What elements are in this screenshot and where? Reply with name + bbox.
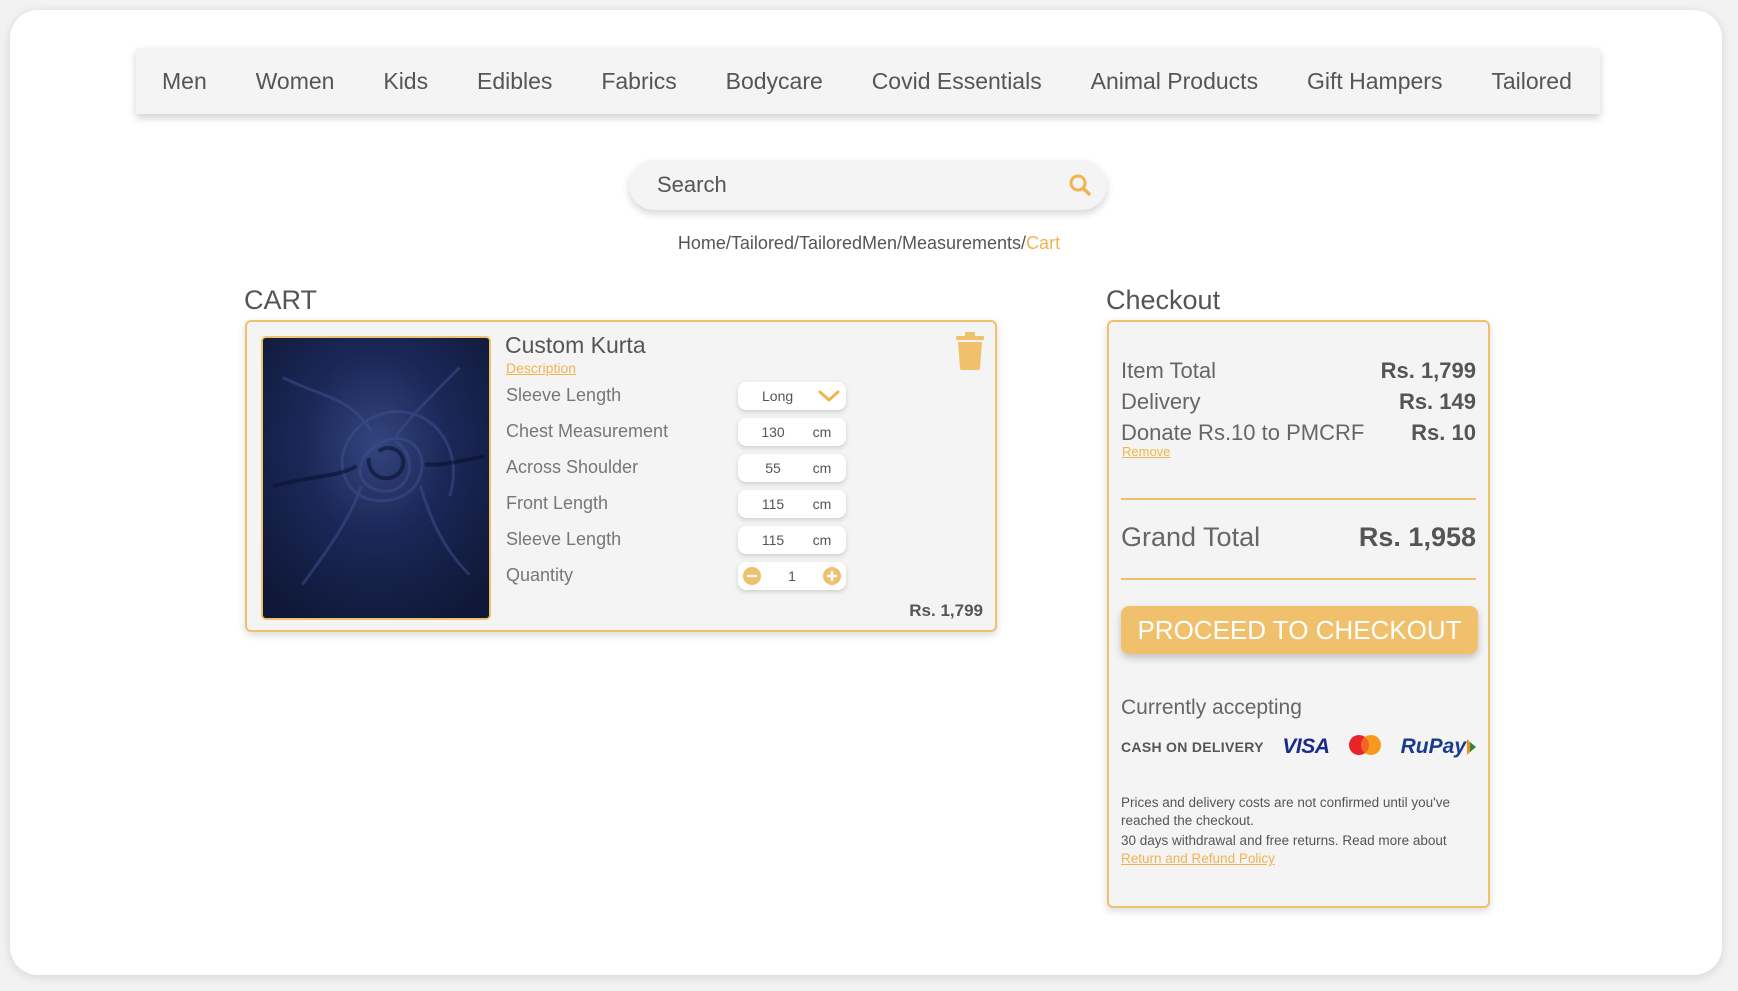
front-length-unit: cm <box>812 496 832 512</box>
sleeve-length-field[interactable]: 115 cm <box>738 526 846 554</box>
donate-label: Donate Rs.10 to PMCRF <box>1121 420 1365 445</box>
grand-total-value: Rs. 1,958 <box>1358 522 1476 552</box>
nav-item-kids[interactable]: Kids <box>383 68 428 95</box>
trash-icon[interactable] <box>955 332 985 370</box>
chevron-down-icon <box>818 390 840 402</box>
plus-icon[interactable] <box>822 566 842 586</box>
cart-title: CART <box>244 285 318 315</box>
delivery-value: Rs. 149 <box>1398 389 1476 414</box>
sleeve-length-unit: cm <box>812 532 832 548</box>
checkout-title: Checkout <box>1106 285 1221 315</box>
payment-methods: CASH ON DELIVERY VISA RuPay <box>1121 732 1478 762</box>
front-length-value: 115 <box>761 496 785 512</box>
product-image <box>261 336 491 620</box>
shoulder-unit: cm <box>812 460 832 476</box>
front-length-field[interactable]: 115 cm <box>738 490 846 518</box>
donate-value: Rs. 10 <box>1411 420 1476 445</box>
row-label-front-length: Front Length <box>506 493 609 513</box>
nav-item-men[interactable]: Men <box>162 68 207 95</box>
item-price: Rs. 1,799 <box>909 601 983 620</box>
nav-item-bodycare[interactable]: Bodycare <box>726 68 823 95</box>
refund-policy-link[interactable]: Return and Refund Policy <box>1121 851 1275 866</box>
quantity-value[interactable]: 1 <box>788 568 796 584</box>
shoulder-measurement-field[interactable]: 55 cm <box>738 454 846 482</box>
chest-unit: cm <box>812 424 832 440</box>
nav-item-tailored[interactable]: Tailored <box>1491 68 1572 95</box>
remove-donation-link[interactable]: Remove <box>1122 444 1170 459</box>
rupay-text: RuPay <box>1400 735 1466 758</box>
returns-note-text: 30 days withdrawal and free returns. Rea… <box>1121 833 1447 848</box>
returns-note: 30 days withdrawal and free returns. Rea… <box>1121 832 1476 868</box>
product-name: Custom Kurta <box>505 332 646 358</box>
nav-item-animal-products[interactable]: Animal Products <box>1091 68 1258 95</box>
minus-icon[interactable] <box>742 566 762 586</box>
row-label-shoulder: Across Shoulder <box>506 457 639 477</box>
breadcrumb: Home/Tailored/TailoredMen/Measurements/C… <box>0 233 1738 254</box>
nav-item-edibles[interactable]: Edibles <box>477 68 552 95</box>
nav-item-gift-hampers[interactable]: Gift Hampers <box>1307 68 1442 95</box>
chest-value: 130 <box>761 424 785 440</box>
delivery-row: Delivery Rs. 149 <box>1121 389 1476 415</box>
nav-item-fabrics[interactable]: Fabrics <box>601 68 676 95</box>
mastercard-logo <box>1348 734 1382 761</box>
breadcrumb-current: Cart <box>1026 233 1061 253</box>
checkout-card: Item Total Rs. 1,799 Delivery Rs. 149 Do… <box>1107 320 1490 908</box>
grand-total-label: Grand Total <box>1121 522 1261 552</box>
row-label-quantity: Quantity <box>506 565 574 585</box>
donate-row: Donate Rs.10 to PMCRF Rs. 10 <box>1121 420 1476 446</box>
delivery-label: Delivery <box>1121 389 1201 414</box>
nav-item-covid-essentials[interactable]: Covid Essentials <box>872 68 1042 95</box>
row-label-sleeve-length: Sleeve Length <box>506 385 622 405</box>
currently-accepting-label: Currently accepting <box>1121 696 1302 719</box>
description-link[interactable]: Description <box>506 360 576 376</box>
proceed-to-checkout-button[interactable]: PROCEED TO CHECKOUT <box>1121 606 1478 654</box>
cart-item-card: Custom Kurta Description Sleeve Length L… <box>245 320 997 632</box>
search-input[interactable] <box>657 172 1067 198</box>
cash-on-delivery-label: CASH ON DELIVERY <box>1121 739 1264 755</box>
item-total-label: Item Total <box>1121 358 1216 383</box>
divider <box>1121 498 1476 500</box>
item-total-value: Rs. 1,799 <box>1380 358 1476 383</box>
grand-total-row: Grand Total Rs. 1,958 <box>1121 522 1476 553</box>
sleeve-length-select[interactable]: Long <box>738 382 846 410</box>
search-icon[interactable] <box>1067 172 1093 198</box>
row-label-chest: Chest Measurement <box>506 421 669 441</box>
sleeve-length-measure-value: 115 <box>761 532 785 548</box>
category-nav: Men Women Kids Edibles Fabrics Bodycare … <box>136 48 1600 114</box>
price-note: Prices and delivery costs are not confir… <box>1121 795 1450 828</box>
sleeve-length-value: Long <box>762 388 794 404</box>
search-bar <box>629 160 1107 210</box>
visa-logo: VISA <box>1282 735 1330 758</box>
chest-measurement-field[interactable]: 130 cm <box>738 418 846 446</box>
divider <box>1121 578 1476 580</box>
row-label-sleeve-length-2: Sleeve Length <box>506 529 622 549</box>
rupay-chevron-icon <box>1467 739 1476 755</box>
item-total-row: Item Total Rs. 1,799 <box>1121 358 1476 384</box>
shoulder-value: 55 <box>765 460 781 476</box>
quantity-stepper: 1 <box>738 562 846 590</box>
nav-item-women[interactable]: Women <box>256 68 335 95</box>
rupay-logo: RuPay <box>1401 735 1478 759</box>
breadcrumb-path[interactable]: Home/Tailored/TailoredMen/Measurements/ <box>678 233 1026 253</box>
